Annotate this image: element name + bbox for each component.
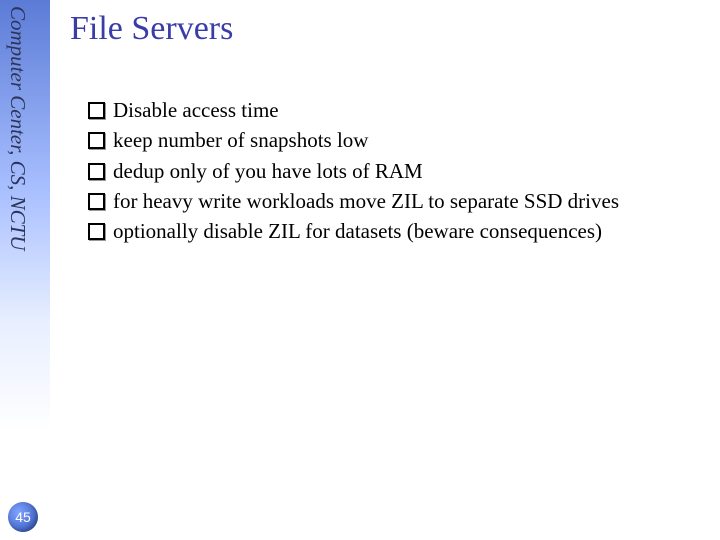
square-bullet-icon: [88, 132, 105, 149]
bullet-text: Disable access time: [113, 96, 710, 124]
list-item: for heavy write workloads move ZIL to se…: [88, 187, 710, 215]
content-area: File Servers Disable access time keep nu…: [70, 0, 710, 540]
list-item: optionally disable ZIL for datasets (bew…: [88, 217, 710, 245]
list-item: keep number of snapshots low: [88, 126, 710, 154]
bullet-text: optionally disable ZIL for datasets (bew…: [113, 217, 710, 245]
slide-title: File Servers: [70, 10, 710, 48]
sidebar: Computer Center, CS, NCTU: [0, 0, 50, 540]
page-number: 45: [15, 509, 31, 525]
bullet-text: for heavy write workloads move ZIL to se…: [113, 187, 710, 215]
square-bullet-icon: [88, 223, 105, 240]
square-bullet-icon: [88, 163, 105, 180]
square-bullet-icon: [88, 193, 105, 210]
square-bullet-icon: [88, 102, 105, 119]
sidebar-org-text: Computer Center, CS, NCTU: [5, 6, 30, 250]
slide: Computer Center, CS, NCTU 45 File Server…: [0, 0, 720, 540]
list-item: Disable access time: [88, 96, 710, 124]
list-item: dedup only of you have lots of RAM: [88, 157, 710, 185]
bullet-text: keep number of snapshots low: [113, 126, 710, 154]
bullet-text: dedup only of you have lots of RAM: [113, 157, 710, 185]
page-number-badge: 45: [8, 502, 38, 532]
bullet-list: Disable access time keep number of snaps…: [88, 96, 710, 246]
